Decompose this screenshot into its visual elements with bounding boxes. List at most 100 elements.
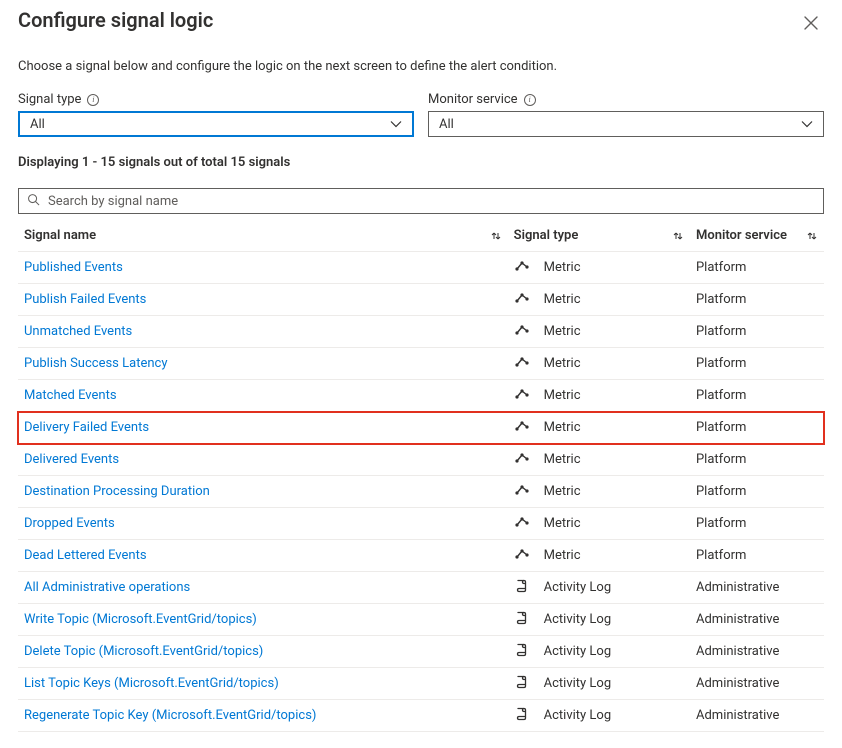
monitor-service-dropdown[interactable]: All [428, 111, 824, 137]
table-row[interactable]: Published Events Metric Platform [18, 252, 824, 284]
monitor-service-text: Platform [690, 412, 824, 444]
metric-icon [514, 546, 530, 566]
monitor-service-text: Platform [690, 444, 824, 476]
signal-link[interactable]: Destination Processing Duration [24, 484, 210, 499]
chevron-down-icon [801, 118, 813, 130]
signal-link[interactable]: Delivered Events [24, 452, 119, 467]
metric-icon [514, 354, 530, 374]
signal-type-filter: Signal type i All [18, 92, 414, 137]
col-header-signal-type[interactable]: Signal type [508, 220, 690, 252]
panel-header: Configure signal logic [18, 0, 824, 45]
activity-log-icon [514, 610, 530, 630]
info-icon[interactable]: i [87, 94, 99, 106]
signal-type-label-row: Signal type i [18, 92, 414, 107]
table-row[interactable]: Regenerate Topic Key (Microsoft.EventGri… [18, 700, 824, 732]
col-header-monitor-service[interactable]: Monitor service [690, 220, 824, 252]
monitor-service-text: Platform [690, 348, 824, 380]
metric-icon [514, 450, 530, 470]
signal-type-text: Metric [544, 420, 581, 435]
monitor-service-text: Platform [690, 284, 824, 316]
monitor-service-value: All [439, 117, 801, 132]
results-count: Displaying 1 - 15 signals out of total 1… [18, 155, 824, 170]
activity-log-icon [514, 578, 530, 598]
monitor-service-text: Administrative [690, 636, 824, 668]
table-row[interactable]: Publish Failed Events Metric Platform [18, 284, 824, 316]
metric-icon [514, 514, 530, 534]
signal-type-text: Activity Log [544, 708, 612, 723]
signal-type-text: Metric [544, 292, 581, 307]
signal-link[interactable]: Matched Events [24, 388, 117, 403]
col-header-signal-name[interactable]: Signal name [18, 220, 508, 252]
panel-title: Configure signal logic [18, 8, 213, 32]
signal-type-text: Metric [544, 260, 581, 275]
metric-icon [514, 258, 530, 278]
signal-link[interactable]: Delivery Failed Events [24, 420, 149, 435]
signal-type-text: Metric [544, 516, 581, 531]
signal-type-text: Activity Log [544, 644, 612, 659]
metric-icon [514, 386, 530, 406]
table-row[interactable]: Dropped Events Metric Platform [18, 508, 824, 540]
sort-icon [806, 230, 818, 242]
signal-type-text: Activity Log [544, 580, 612, 595]
signal-link[interactable]: Delete Topic (Microsoft.EventGrid/topics… [24, 644, 263, 659]
signal-link[interactable]: List Topic Keys (Microsoft.EventGrid/top… [24, 676, 279, 691]
signal-type-text: Activity Log [544, 676, 612, 691]
monitor-service-text: Administrative [690, 604, 824, 636]
signal-type-dropdown[interactable]: All [18, 111, 414, 137]
table-row[interactable]: Matched Events Metric Platform [18, 380, 824, 412]
activity-log-icon [514, 642, 530, 662]
table-row[interactable]: Destination Processing Duration MetricPl… [18, 476, 824, 508]
table-row[interactable]: Dead Lettered Events Metric Platform [18, 540, 824, 572]
activity-log-icon [514, 706, 530, 726]
sort-icon [672, 230, 684, 242]
close-icon[interactable] [798, 10, 824, 39]
table-row[interactable]: List Topic Keys (Microsoft.EventGrid/top… [18, 668, 824, 700]
table-row[interactable]: Publish Success Latency Metric Platform [18, 348, 824, 380]
monitor-service-text: Platform [690, 508, 824, 540]
metric-icon [514, 482, 530, 502]
signal-link[interactable]: Publish Failed Events [24, 292, 146, 307]
table-row[interactable]: All Administrative operations Activity L… [18, 572, 824, 604]
info-icon[interactable]: i [524, 94, 536, 106]
table-row[interactable]: Delivered Events Metric Platform [18, 444, 824, 476]
monitor-service-text: Platform [690, 540, 824, 572]
intro-text: Choose a signal below and configure the … [18, 59, 824, 74]
table-row[interactable]: Unmatched Events MetricPlatform [18, 316, 824, 348]
signal-link[interactable]: Regenerate Topic Key (Microsoft.EventGri… [24, 708, 316, 723]
signal-link[interactable]: Unmatched Events [24, 324, 132, 339]
signal-type-text: Metric [544, 548, 581, 563]
configure-signal-logic-panel: Configure signal logic Choose a signal b… [0, 0, 842, 746]
signal-type-text: Metric [544, 356, 581, 371]
signal-link[interactable]: Write Topic (Microsoft.EventGrid/topics) [24, 612, 257, 627]
chevron-down-icon [390, 118, 402, 130]
signal-link[interactable]: Publish Success Latency [24, 356, 167, 371]
table-row[interactable]: Delete Topic (Microsoft.EventGrid/topics… [18, 636, 824, 668]
metric-icon [514, 322, 530, 342]
signal-type-text: Metric [544, 452, 581, 467]
monitor-service-text: Platform [690, 252, 824, 284]
table-row[interactable]: Delivery Failed Events Metric Platform [18, 412, 824, 444]
signal-link[interactable]: Dead Lettered Events [24, 548, 147, 563]
monitor-service-text: Administrative [690, 572, 824, 604]
monitor-service-text: Platform [690, 380, 824, 412]
filters-row: Signal type i All Monitor service i All [18, 92, 824, 137]
table-row[interactable]: Write Topic (Microsoft.EventGrid/topics)… [18, 604, 824, 636]
search-box[interactable] [18, 188, 824, 214]
monitor-service-text: Administrative [690, 668, 824, 700]
monitor-service-filter: Monitor service i All [428, 92, 824, 137]
search-icon [27, 193, 40, 210]
activity-log-icon [514, 674, 530, 694]
signal-type-text: Metric [544, 324, 581, 339]
signal-link[interactable]: Published Events [24, 260, 123, 275]
signal-link[interactable]: All Administrative operations [24, 580, 190, 595]
monitor-service-label-row: Monitor service i [428, 92, 824, 107]
metric-icon [514, 290, 530, 310]
signal-link[interactable]: Dropped Events [24, 516, 115, 531]
metric-icon [514, 418, 530, 438]
sort-icon [490, 230, 502, 242]
signal-type-text: Activity Log [544, 612, 612, 627]
monitor-service-text: Platform [690, 476, 824, 508]
signal-type-label: Signal type [18, 92, 81, 107]
signal-type-text: Metric [544, 388, 581, 403]
search-input[interactable] [46, 193, 815, 210]
